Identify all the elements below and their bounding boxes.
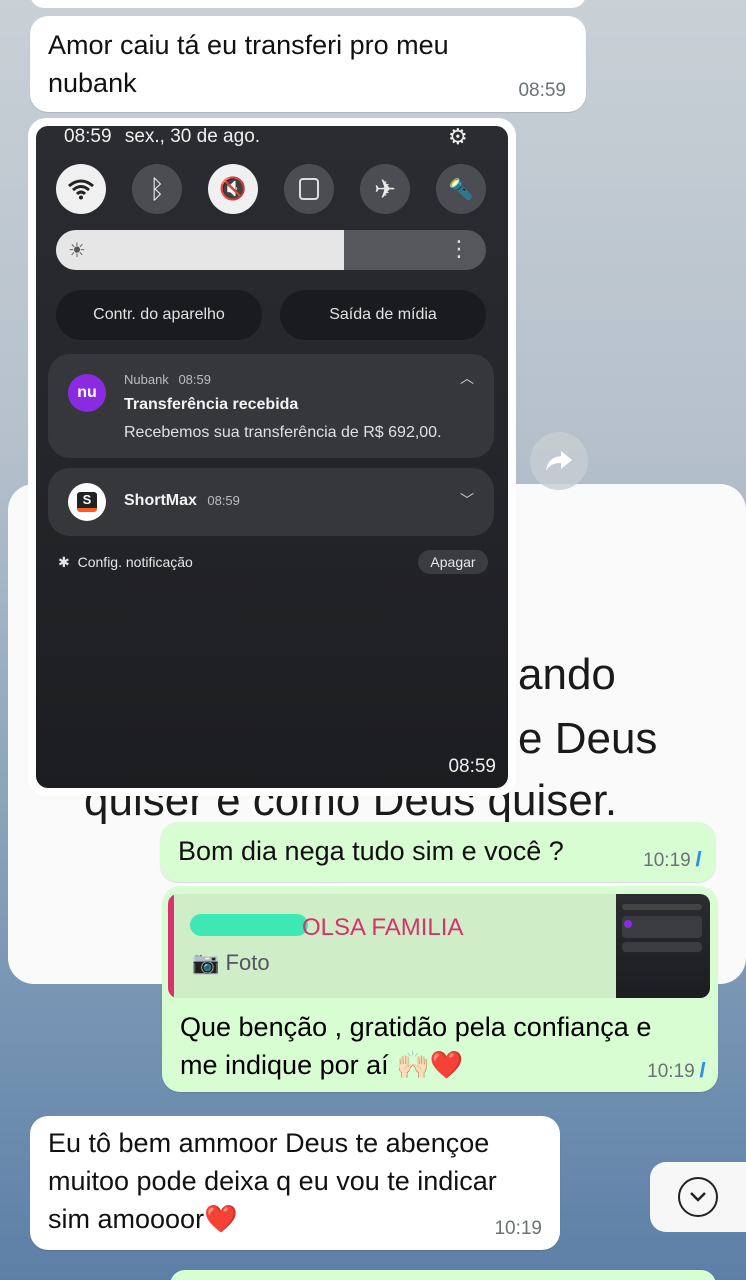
status-time: 08:59 — [64, 126, 112, 147]
notification-shade: 08:59 sex., 30 de ago. ⚙ ᛒ 🔇 ✈ 🔦 ☀ ⋮ Con… — [36, 126, 508, 788]
message-time: 10:19 — [647, 1061, 695, 1082]
next-bubble-edge — [170, 1270, 716, 1280]
chevron-down-icon — [678, 1177, 718, 1217]
gear-icon: ✱ — [58, 554, 70, 570]
shortmax-notification: S ShortMax 08:59 ﹀ — [48, 468, 494, 536]
chevron-down-icon: ﹀ — [460, 492, 474, 508]
mute-icon: 🔇 — [208, 164, 258, 214]
scroll-to-bottom-button[interactable] — [650, 1162, 746, 1232]
screenshot-image[interactable]: 08:59 sex., 30 de ago. ⚙ ᛒ 🔇 ✈ 🔦 ☀ ⋮ Con… — [28, 118, 516, 796]
message-text: Amor caiu tá eu transferi pro meu nubank — [48, 30, 449, 98]
poster-text-line1: ando — [518, 650, 616, 699]
chevron-up-icon: ︿ — [460, 370, 474, 386]
quoted-thumbnail — [616, 894, 710, 998]
nubank-notification: nu Nubank 08:59 ︿ Transferência recebida… — [48, 354, 494, 458]
notification-app: ShortMax — [124, 492, 197, 509]
flashlight-icon: 🔦 — [436, 164, 486, 214]
poster-text-line2: e Deus — [518, 714, 658, 763]
notification-settings-link: Config. notificação — [77, 554, 193, 570]
quoted-message[interactable]: OLSA FAMILIA 📷 Foto — [168, 894, 710, 998]
device-controls-button: Contr. do aparelho — [56, 290, 262, 340]
media-output-button: Saída de mídia — [280, 290, 486, 340]
message-text: Bom dia nega tudo sim e você ? — [178, 836, 564, 866]
bottom-time: 08:59 — [448, 756, 496, 777]
settings-gear-icon: ⚙ — [448, 126, 468, 149]
status-date: sex., 30 de ago. — [124, 126, 261, 147]
message-time: 10:19 — [643, 850, 691, 871]
shortmax-logo: S — [68, 483, 106, 521]
notification-title: Transferência recebida — [124, 396, 299, 413]
message-text: Que benção , gratidão pela confiança e m… — [180, 1012, 652, 1080]
quoted-type: Foto — [225, 950, 270, 975]
rotation-lock-icon — [284, 164, 334, 214]
message-time: 10:19 — [494, 1218, 542, 1239]
incoming-message[interactable]: Amor caiu tá eu transferi pro meu nubank… — [30, 16, 586, 112]
clear-button: Apagar — [418, 550, 488, 574]
camera-icon: 📷 — [192, 950, 220, 975]
notification-app: Nubank — [124, 372, 169, 387]
redaction-mark — [190, 914, 308, 936]
airplane-icon: ✈ — [360, 164, 410, 214]
sun-icon: ☀ — [68, 240, 86, 262]
more-icon: ⋮ — [448, 236, 470, 261]
message-text: Eu tô bem ammoor Deus te abençoe muitoo … — [48, 1128, 497, 1234]
status-bar: 08:59 sex., 30 de ago. — [64, 126, 260, 148]
brightness-slider: ☀ ⋮ — [56, 230, 486, 270]
notification-body: Recebemos sua transferência de R$ 692,00… — [124, 424, 442, 441]
bluetooth-icon: ᛒ — [132, 164, 182, 214]
outgoing-message[interactable]: Bom dia nega tudo sim e você ? 10:19 // — [160, 822, 716, 882]
wifi-icon — [56, 164, 106, 214]
message-time: 08:59 — [518, 80, 566, 101]
forward-icon — [546, 451, 572, 471]
incoming-message[interactable]: Eu tô bem ammoor Deus te abençoe muitoo … — [30, 1116, 560, 1250]
notification-time: 08:59 — [178, 372, 211, 387]
forward-button[interactable] — [530, 432, 588, 490]
notification-time: 08:59 — [207, 493, 240, 508]
prev-bubble-edge — [30, 0, 586, 8]
quoted-sender: OLSA FAMILIA — [302, 914, 464, 941]
nubank-logo: nu — [68, 374, 106, 412]
